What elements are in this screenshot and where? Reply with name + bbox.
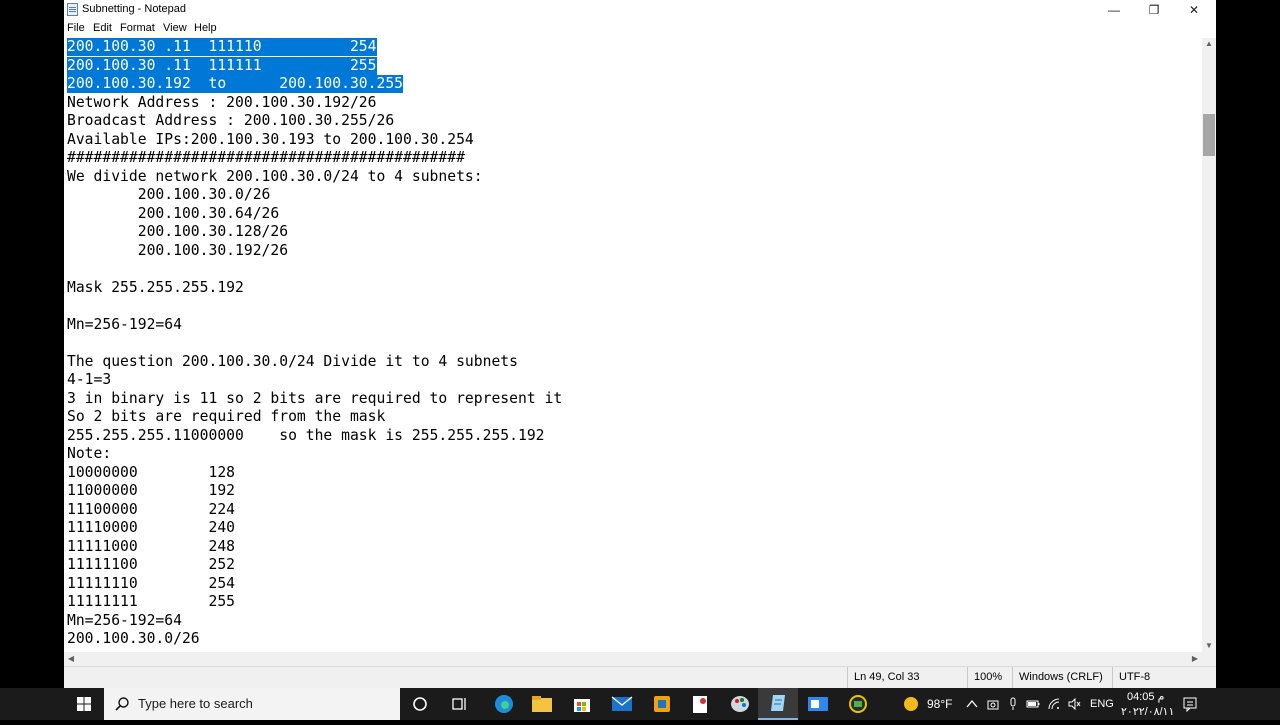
- chevron-up-icon[interactable]: [965, 697, 979, 711]
- text-line: Available IPs:200.100.30.193 to 200.100.…: [67, 130, 474, 148]
- paint-icon[interactable]: [720, 688, 760, 720]
- taskbar: Type here to search 98°F ENG 04:05 م ٢٠٢…: [0, 688, 1280, 720]
- text-line: Broadcast Address : 200.100.30.255/26: [67, 112, 395, 129]
- text-line: 200.100.30 .11 111110 254: [67, 38, 377, 56]
- text-line: Network Address : 200.100.30.192/26: [67, 93, 377, 111]
- scroll-right-arrow-icon[interactable]: ▶: [1188, 653, 1202, 665]
- notepad-window: Subnetting - Notepad — ❐ ✕ File Edit For…: [64, 0, 1216, 688]
- mail-icon[interactable]: [602, 688, 642, 720]
- menu-help[interactable]: Help: [194, 22, 217, 34]
- windows-logo-icon: [77, 697, 91, 711]
- cursor-position: Ln 49, Col 33: [847, 667, 967, 688]
- menu-edit[interactable]: Edit: [93, 22, 112, 34]
- text-line: Note:: [67, 445, 112, 462]
- window-title: Subnetting - Notepad: [82, 3, 186, 15]
- text-line: 200.100.30.192/26: [67, 241, 289, 259]
- encoding: UTF-8: [1112, 667, 1216, 688]
- app-icon[interactable]: [642, 688, 682, 720]
- task-view-icon[interactable]: [440, 688, 480, 720]
- text-line: 200.100.30.128/26: [67, 223, 289, 240]
- text-line: 200.100.30 .11 111111 255: [67, 56, 377, 75]
- maximize-button[interactable]: ❐: [1134, 0, 1174, 20]
- file-explorer-icon[interactable]: [522, 688, 562, 720]
- text-line: 4-1=3: [67, 371, 112, 388]
- scroll-up-arrow-icon[interactable]: ▲: [1202, 38, 1216, 50]
- text-line: 11000000 192: [67, 482, 236, 499]
- text-line: 200.100.30.0/26: [67, 630, 200, 647]
- battery-icon[interactable]: [1026, 697, 1040, 711]
- text-line: 10000000 128: [67, 463, 236, 481]
- clock-date[interactable]: ٢٠٢٢/٠٨/١١: [1121, 705, 1174, 718]
- text-line: 11111100 252: [67, 556, 236, 573]
- app-icon[interactable]: [838, 688, 878, 720]
- minimize-button[interactable]: —: [1094, 0, 1134, 20]
- text-line: 11110000 240: [67, 519, 236, 536]
- text-editor[interactable]: 200.100.30 .11 111110 254 200.100.30 .11 …: [64, 38, 1202, 652]
- text-line: 11111000 248: [67, 537, 236, 555]
- text-line: 11100000 224: [67, 500, 236, 518]
- line-ending: Windows (CRLF): [1012, 667, 1112, 688]
- scrollbar-thumb[interactable]: [1203, 114, 1215, 156]
- clock-time[interactable]: 04:05 م: [1127, 690, 1164, 703]
- scroll-down-arrow-icon[interactable]: ▼: [1202, 640, 1216, 652]
- status-bar: Ln 49, Col 33 100% Windows (CRLF) UTF-8: [64, 666, 1216, 688]
- notepad-icon[interactable]: [758, 688, 798, 720]
- wifi-icon[interactable]: [1047, 697, 1061, 711]
- text-line: 200.100.30.0/26: [67, 186, 271, 203]
- input-language[interactable]: ENG: [1090, 698, 1114, 710]
- scroll-left-arrow-icon[interactable]: ◀: [64, 653, 78, 665]
- text-line: 11111111 255: [67, 593, 236, 610]
- weather-sun-icon[interactable]: [903, 696, 919, 712]
- notepad-icon: [67, 3, 78, 16]
- close-button[interactable]: ✕: [1174, 0, 1214, 20]
- text-line: 11111110 254: [67, 574, 236, 592]
- text-line: The question 200.100.30.0/24 Divide it t…: [67, 352, 518, 370]
- microphone-icon[interactable]: [1006, 697, 1020, 711]
- store-icon[interactable]: [562, 688, 602, 720]
- text-line: ########################################…: [67, 149, 465, 166]
- scrollbar-corner: [1202, 652, 1216, 666]
- cortana-icon[interactable]: [400, 688, 440, 720]
- menu-format[interactable]: Format: [120, 22, 155, 34]
- title-bar[interactable]: Subnetting - Notepad — ❐ ✕: [64, 0, 1216, 20]
- text-line: Mn=256-192=64: [67, 611, 182, 629]
- menu-bar: File Edit Format View Help: [64, 20, 1216, 38]
- menu-file[interactable]: File: [67, 22, 85, 34]
- horizontal-scrollbar[interactable]: ◀ ▶: [64, 652, 1202, 666]
- text-line: We divide network 200.100.30.0/24 to 4 s…: [67, 167, 483, 185]
- app-icon[interactable]: [680, 688, 720, 720]
- app-icon[interactable]: [798, 688, 838, 720]
- text-line: Mask 255.255.255.192: [67, 278, 244, 296]
- menu-view[interactable]: View: [163, 22, 187, 34]
- vertical-scrollbar[interactable]: ▲ ▼: [1202, 38, 1216, 652]
- weather-temperature[interactable]: 98°F: [927, 697, 952, 711]
- text-line: 255.255.255.11000000 so the mask is 255.…: [67, 426, 545, 444]
- zoom-level: 100%: [967, 667, 1012, 688]
- start-button[interactable]: [64, 688, 104, 720]
- text-line: Mn=256-192=64: [67, 315, 182, 333]
- notification-icon[interactable]: [1182, 696, 1198, 712]
- volume-muted-icon[interactable]: [1067, 697, 1081, 711]
- search-icon: [115, 697, 129, 711]
- text-line: 3 in binary is 11 so 2 bits are required…: [67, 389, 563, 407]
- taskbar-search[interactable]: Type here to search: [104, 688, 400, 720]
- camera-icon[interactable]: [986, 697, 1000, 711]
- edge-icon[interactable]: [484, 688, 524, 720]
- text-line: 200.100.30.64/26: [67, 204, 280, 222]
- search-placeholder: Type here to search: [138, 696, 253, 711]
- text-line: So 2 bits are required from the mask: [67, 408, 386, 425]
- text-line: 200.100.30.192 to 200.100.30.255: [67, 75, 404, 93]
